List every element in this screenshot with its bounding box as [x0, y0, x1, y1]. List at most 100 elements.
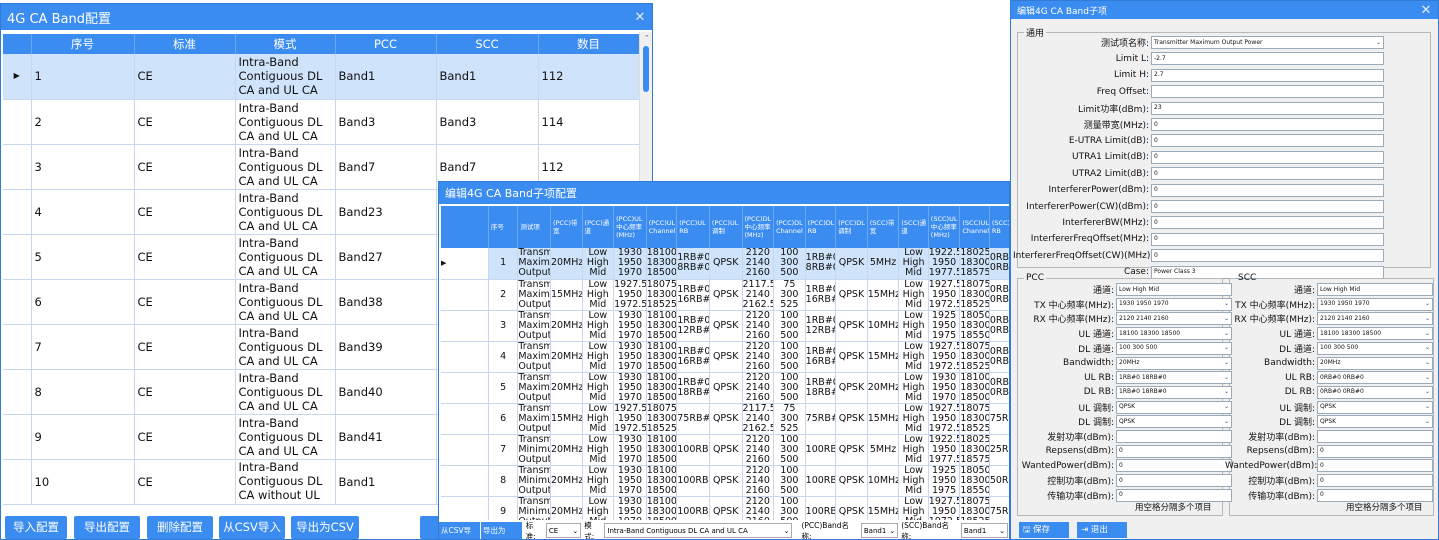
close-icon[interactable]: ✕ — [628, 10, 652, 25]
field-input[interactable]: 0 — [1151, 216, 1384, 230]
mode-select[interactable]: Intra-Band Contiguous DL CA and UL CA ⌄ — [604, 523, 793, 538]
field-input[interactable]: QPSK ⌄ — [1317, 415, 1433, 429]
column-header[interactable]: (PCC)DL RB — [805, 206, 837, 248]
column-header[interactable]: (SCC)UL Channel — [959, 206, 990, 248]
field-input[interactable]: 2120 2140 2160 ⌄ — [1116, 312, 1232, 326]
table-row[interactable]: 8 Transmitter Minimum Output20MHz Low High… — [441, 465, 1009, 497]
field-input[interactable]: 0 — [1151, 183, 1384, 197]
field-input[interactable]: Low High Mid — [1317, 283, 1433, 296]
cell-text: 1927.5 1950 1972.5 — [928, 341, 960, 372]
cell-text: 1RB#0 8RB#0 — [805, 253, 835, 274]
table-row[interactable]: 2Transmitter Maximum Output15MHzLow High… — [441, 279, 1009, 311]
field-input[interactable]: 18100 18300 18500 ⌄ — [1317, 327, 1433, 341]
field-input[interactable]: 0 — [1116, 474, 1232, 488]
column-header[interactable]: 测试项 — [517, 206, 551, 248]
field-input[interactable]: 0 — [1317, 444, 1433, 458]
column-header[interactable]: 序号 — [31, 34, 135, 54]
field-input[interactable]: 0 — [1151, 167, 1384, 181]
field-input[interactable] — [1317, 430, 1433, 443]
column-header[interactable]: (PCC)DL调制 — [835, 206, 868, 248]
column-header[interactable]: (PCC)UL Channel — [646, 206, 678, 248]
table-row[interactable]: ▶ 1 Transmitter Maximum Output20MHz Low Hig… — [441, 248, 1009, 280]
field-input[interactable]: QPSK ⌄ — [1116, 415, 1232, 429]
field-input[interactable]: 1930 1950 1970 ⌄ — [1116, 297, 1232, 311]
field-input[interactable]: 18100 18300 18500 ⌄ — [1116, 327, 1232, 341]
field-input[interactable]: 0 — [1317, 459, 1433, 473]
table-cell: 1927.5 1950 1972.5 — [928, 279, 961, 311]
column-header[interactable]: (PCC)UL中心频率(MHz) — [613, 206, 647, 248]
field-input[interactable]: 0 — [1151, 200, 1384, 213]
column-header[interactable]: 数目 — [538, 34, 640, 54]
column-header[interactable]: 标准 — [134, 34, 236, 54]
field-input[interactable]: 0 — [1116, 488, 1232, 502]
export-config-button[interactable]: 导出配置 — [74, 516, 140, 539]
field-input[interactable]: 0 — [1151, 134, 1384, 148]
field-input[interactable]: -2.7 — [1151, 52, 1384, 66]
field-input[interactable]: 1RB#0 18RB#0 ⌄ — [1116, 371, 1232, 385]
field-input[interactable]: 0 — [1116, 459, 1232, 473]
standard-select[interactable]: CE ⌄ — [545, 523, 582, 538]
scroll-thumb[interactable] — [643, 46, 649, 92]
scc-band-select[interactable]: Band1 ⌄ — [960, 523, 1008, 538]
field-input[interactable]: 0RB#0 0RB#0 ⌄ — [1317, 385, 1433, 399]
column-header[interactable]: 模式 — [235, 34, 336, 54]
field-input[interactable]: 20MHz ⌄ — [1317, 356, 1433, 370]
field-input[interactable]: 0 — [1317, 488, 1433, 502]
sub-item-table: 序号 测试项 (PCC)带宽 (PCC)通道 (PCC)UL中心频率(MHz) (PCC)… — [441, 206, 1009, 528]
column-header[interactable]: (SCC)UL中心频率(MHz) — [928, 206, 961, 248]
field-input[interactable]: 0 — [1151, 249, 1384, 263]
column-header[interactable]: (SCC)通道 — [898, 206, 929, 248]
column-header[interactable]: (PCC)UL调制 — [709, 206, 743, 248]
scroll-up-icon[interactable]: ⌃ — [644, 34, 650, 42]
field-input[interactable]: 2120 2140 2160 ⌄ — [1317, 312, 1433, 326]
delete-config-button[interactable]: 删除配置 — [147, 516, 213, 539]
export-csv-button[interactable]: 导出为CSV — [291, 516, 359, 539]
table-row[interactable]: 7 Transmitter Minimum Output20MHz Low High… — [441, 434, 1009, 466]
close-icon[interactable]: ✕ — [1414, 3, 1438, 18]
table-row[interactable]: 2 CE Intra-Band Contiguous DL CA and UL CA… — [3, 99, 640, 145]
field-input[interactable]: 0 — [1151, 232, 1384, 246]
field-input[interactable]: 1RB#0 18RB#0 ⌄ — [1116, 385, 1232, 399]
column-header[interactable]: (PCC)通道 — [582, 206, 615, 248]
import-csv-button[interactable]: 从CSV导入 — [219, 516, 285, 539]
field-input[interactable]: 0RB#0 0RB#0 ⌄ — [1317, 371, 1433, 385]
pcc-band-select[interactable]: Band1 ⌄ — [860, 523, 899, 538]
field-input[interactable]: Transmitter Maximum Output Power ⌄ — [1151, 36, 1384, 49]
field-input[interactable]: 1930 1950 1970 ⌄ — [1317, 297, 1433, 311]
column-header[interactable]: SCC — [436, 34, 539, 54]
exit-button[interactable]: ⇥ 退出 — [1077, 522, 1127, 538]
field-input[interactable]: 0 — [1116, 444, 1232, 458]
column-header[interactable]: PCC — [335, 34, 437, 54]
column-header[interactable]: (PCC)UL RB — [676, 206, 710, 248]
export-csv-button[interactable]: 导出为CSV — [480, 522, 522, 539]
field-input[interactable]: 20MHz ⌄ — [1116, 356, 1232, 370]
import-config-button[interactable]: 导入配置 — [5, 516, 67, 539]
field-input[interactable]: Low High Mid — [1116, 283, 1232, 296]
column-header[interactable]: (SCC)UL RB — [989, 206, 1009, 248]
table-row[interactable]: 3 Transmitter Maximum Output20MHz Low High… — [441, 310, 1009, 342]
table-row[interactable]: 6Transmitter Maximum Output15MHzLow High… — [441, 403, 1009, 435]
field-input[interactable]: QPSK ⌄ — [1317, 400, 1433, 414]
table-row[interactable]: 5Transmitter Maximum Output20MHzLow High… — [441, 372, 1009, 404]
field-input[interactable]: 0 — [1151, 150, 1384, 164]
field-input[interactable]: 0 — [1317, 474, 1433, 488]
column-header[interactable]: (PCC)DL中心频率(MHz) — [742, 206, 775, 248]
field-input[interactable] — [1116, 430, 1232, 443]
field-input[interactable]: 100 300 500 ⌄ — [1116, 341, 1232, 355]
import-csv-button[interactable]: 从CSV导入 — [439, 522, 480, 539]
cell-text: 5MHz — [869, 444, 897, 455]
column-header[interactable]: (SCC)带宽 — [867, 206, 900, 248]
field-input[interactable]: 23 — [1151, 101, 1384, 115]
table-cell: 1 — [488, 248, 519, 280]
field-input[interactable]: 2.7 — [1151, 68, 1384, 82]
column-header[interactable]: (PCC)DL Channel — [773, 206, 806, 248]
save-button[interactable]: 🖫 保存 — [1019, 522, 1069, 538]
column-header[interactable]: 序号 — [488, 206, 519, 248]
column-header[interactable]: (PCC)带宽 — [550, 206, 583, 248]
field-input[interactable]: 0 — [1151, 118, 1384, 131]
field-input[interactable] — [1151, 85, 1384, 99]
table-row[interactable]: ▶ 1 CE Intra-Band Contiguous DL CA and UL C… — [3, 54, 640, 100]
field-input[interactable]: 100 300 500 ⌄ — [1317, 341, 1433, 355]
field-input[interactable]: QPSK ⌄ — [1116, 400, 1232, 414]
table-row[interactable]: 4 Transmitter Maximum Output20MHz Low High… — [441, 341, 1009, 373]
